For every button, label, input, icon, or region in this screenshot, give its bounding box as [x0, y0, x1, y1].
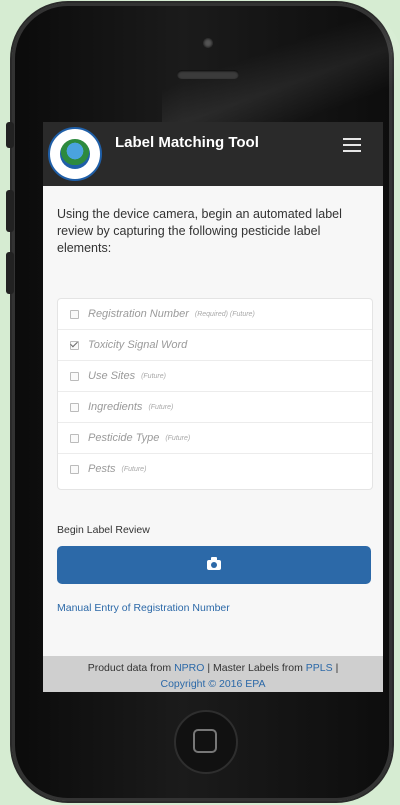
globe-icon [60, 139, 90, 169]
checklist-item-registration-number[interactable]: Registration Number (Required) (Future) [58, 299, 372, 330]
epa-seal-logo[interactable] [48, 127, 102, 181]
begin-label-review-heading: Begin Label Review [57, 524, 150, 536]
npro-link[interactable]: NPRO [174, 662, 204, 674]
checklist-item-note: (Future) [121, 465, 147, 473]
speaker-grille [177, 70, 239, 79]
checkbox-icon[interactable] [70, 371, 79, 381]
phone-glare [162, 6, 400, 126]
checklist-item-toxicity-signal-word[interactable]: Toxicity Signal Word [58, 330, 372, 361]
mute-switch [6, 122, 14, 148]
ppls-link[interactable]: PPLS [306, 662, 333, 674]
footer-separator: | [207, 662, 211, 674]
navbar: Label Matching Tool [43, 122, 383, 186]
checkbox-checked-icon[interactable] [70, 340, 79, 350]
volume-down-button [6, 252, 14, 294]
manual-entry-link[interactable]: Manual Entry of Registration Number [57, 602, 230, 614]
copyright-link[interactable]: Copyright © 2016 EPA [160, 678, 265, 690]
checkbox-icon[interactable] [70, 309, 79, 319]
checklist-item-note: (Required) (Future) [194, 310, 255, 318]
checklist-item-pests[interactable]: Pests (Future) [58, 454, 372, 484]
app-title: Label Matching Tool [115, 134, 259, 151]
front-camera-icon [203, 38, 213, 48]
checklist-item-ingredients[interactable]: Ingredients (Future) [58, 392, 372, 423]
app-screen: Label Matching Tool Using the device cam… [43, 122, 383, 692]
camera-icon [207, 557, 221, 570]
checklist-item-label: Pests [88, 463, 116, 475]
checklist-item-use-sites[interactable]: Use Sites (Future) [58, 361, 372, 392]
hamburger-menu-icon[interactable] [343, 138, 361, 152]
home-square-icon [193, 729, 217, 753]
intro-text: Using the device camera, begin an automa… [57, 207, 342, 255]
checklist-item-note: (Future) [165, 434, 191, 442]
footer: Product data from NPRO | Master Labels f… [43, 656, 383, 692]
footer-master-text: Master Labels from [213, 662, 303, 674]
checklist-panel: Registration Number (Required) (Future) … [57, 298, 373, 490]
checklist-item-note: (Future) [141, 372, 166, 380]
footer-separator: | [335, 662, 339, 674]
checkbox-icon[interactable] [70, 402, 79, 412]
checklist-item-label: Ingredients [88, 401, 143, 413]
capture-camera-button[interactable] [57, 546, 371, 584]
checklist-item-label: Registration Number [88, 308, 189, 320]
checklist-item-label: Pesticide Type [88, 432, 160, 444]
footer-product-text: Product data from [87, 662, 172, 674]
checklist-item-label: Toxicity Signal Word [88, 339, 188, 351]
checklist-item-note: (Future) [148, 403, 174, 411]
checkbox-icon[interactable] [70, 433, 79, 443]
checklist-item-pesticide-type[interactable]: Pesticide Type (Future) [58, 423, 372, 454]
checkbox-icon[interactable] [70, 464, 79, 474]
checklist-item-label: Use Sites [88, 370, 136, 382]
volume-up-button [6, 190, 14, 232]
